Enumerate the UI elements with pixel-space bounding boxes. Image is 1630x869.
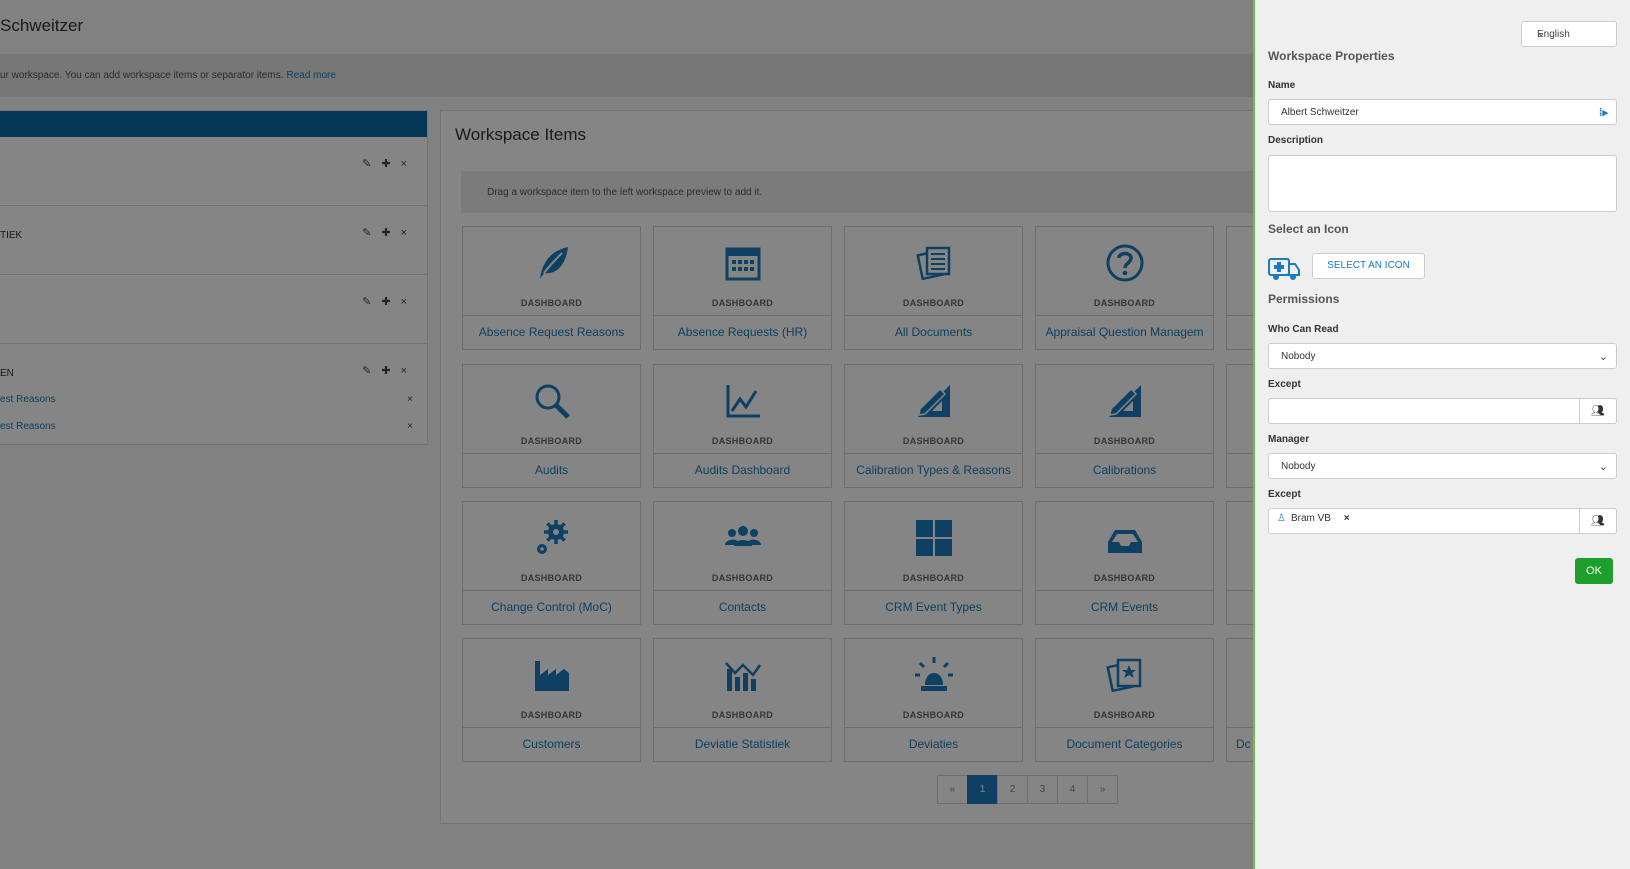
translate-icon[interactable]: ⁞▸ xyxy=(1599,106,1608,119)
users-icon: 👥︎ xyxy=(1591,405,1605,417)
chevron-down-icon: ⌄ xyxy=(1537,28,1546,39)
except-label: Except xyxy=(1268,379,1301,390)
name-label: Name xyxy=(1268,80,1296,91)
user-icon: ♙ xyxy=(1277,513,1286,524)
remove-tag-icon[interactable]: × xyxy=(1344,513,1350,524)
select-icon-label: Select an Icon xyxy=(1268,222,1349,236)
except-field[interactable]: 👥︎ xyxy=(1268,398,1617,424)
who-can-read-value: Nobody xyxy=(1281,351,1316,362)
description-label: Description xyxy=(1268,135,1324,146)
modal-overlay[interactable] xyxy=(0,0,1254,869)
select-icon-button[interactable]: SELECT AN ICON xyxy=(1312,253,1425,279)
user-picker-button[interactable]: 👥︎ xyxy=(1579,398,1617,424)
workspace-properties-drawer: English ⌄ Workspace Properties Name Albe… xyxy=(1253,0,1630,869)
manager-select[interactable]: Nobody ⌄ xyxy=(1268,453,1617,479)
name-field[interactable]: Albert Schweitzer ⁞▸ xyxy=(1268,99,1617,125)
user-picker-button[interactable]: 👥︎ xyxy=(1579,508,1617,534)
description-field[interactable] xyxy=(1268,155,1617,212)
except-label: Except xyxy=(1268,489,1301,500)
language-select[interactable]: English ⌄ xyxy=(1521,21,1617,47)
except-field[interactable]: ♙ Bram VB × 👥︎ xyxy=(1268,508,1617,534)
ok-button[interactable]: OK xyxy=(1575,558,1613,584)
chevron-down-icon: ⌄ xyxy=(1598,461,1608,473)
chevron-down-icon: ⌄ xyxy=(1598,351,1608,363)
permissions-title: Permissions xyxy=(1268,292,1340,306)
name-value: Albert Schweitzer xyxy=(1281,107,1359,118)
who-can-read-label: Who Can Read xyxy=(1268,324,1339,335)
users-icon: 👥︎ xyxy=(1591,515,1605,527)
properties-title: Workspace Properties xyxy=(1268,49,1395,63)
manager-label: Manager xyxy=(1268,434,1310,445)
user-tag-label: Bram VB xyxy=(1290,513,1331,524)
ambulance-icon xyxy=(1268,255,1300,286)
who-can-read-select[interactable]: Nobody ⌄ xyxy=(1268,343,1617,369)
manager-value: Nobody xyxy=(1281,461,1316,472)
user-tag: ♙ Bram VB × xyxy=(1277,513,1350,529)
